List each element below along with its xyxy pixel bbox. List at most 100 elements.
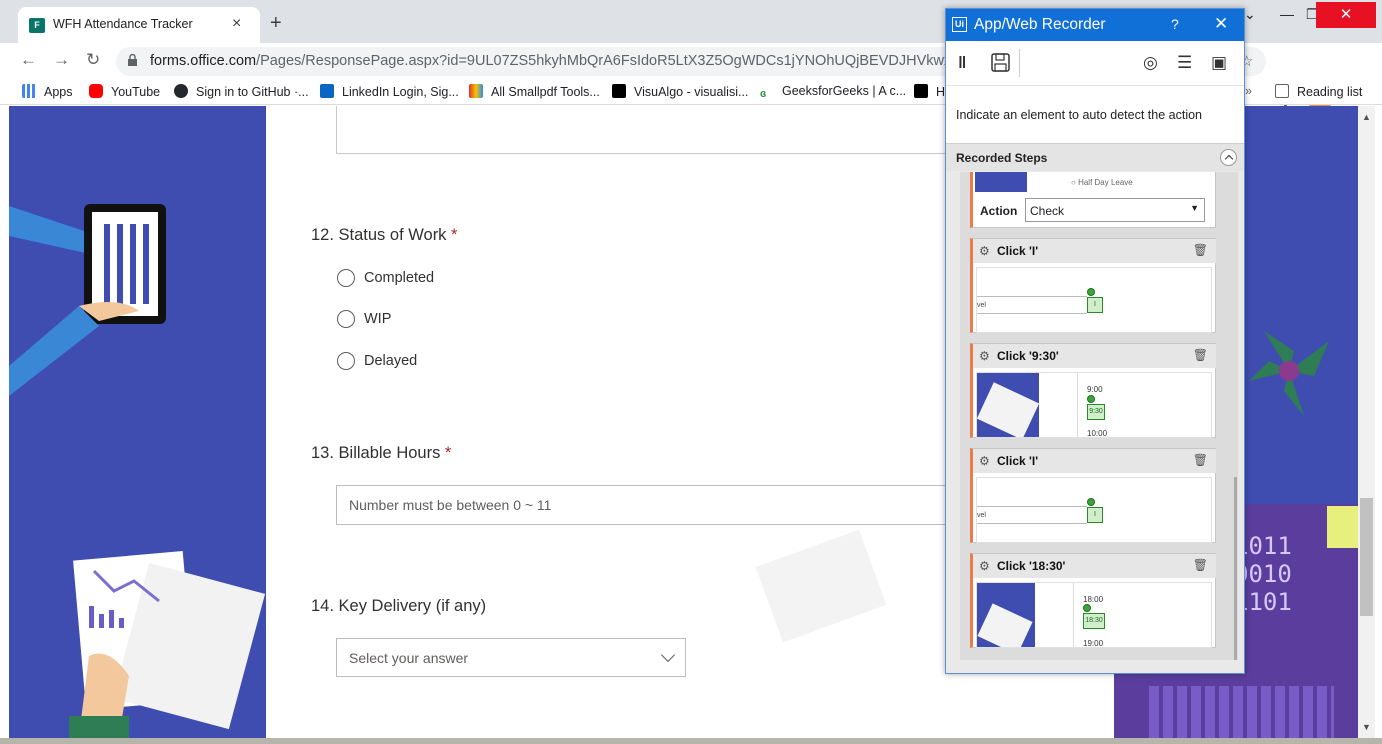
bookmark-geeksforgeeks[interactable]: ɞ GeeksforGeeks | A c... xyxy=(760,84,906,102)
delete-step-icon[interactable]: 🗑 xyxy=(1193,348,1208,362)
question-text: Status of Work xyxy=(338,226,447,244)
forms-favicon-icon: F xyxy=(29,18,45,33)
target-marker-dot-icon xyxy=(1087,498,1095,506)
step-label: Click '9:30' xyxy=(997,349,1059,363)
url-domain: forms.office.com xyxy=(150,53,257,69)
recorder-title: App/Web Recorder xyxy=(974,16,1106,33)
time-option: 10:00 xyxy=(1087,429,1108,438)
key-delivery-dropdown[interactable]: Select your answer xyxy=(336,638,686,677)
recorded-steps-list[interactable]: ○ Half Day Leave Action Check ▼ ⚙ Click 'I… xyxy=(960,172,1238,660)
step-label: Click 'I' xyxy=(997,454,1039,468)
charts-paper-illustration-icon xyxy=(69,551,266,744)
youtube-icon xyxy=(89,84,103,98)
chevron-down-icon xyxy=(660,647,676,663)
tab-search-icon[interactable]: ⌄ xyxy=(1244,6,1256,23)
bookmark-linkedin[interactable]: LinkedIn Login, Sig... xyxy=(320,84,459,99)
click-action-icon: ⚙ xyxy=(979,349,990,363)
delete-step-icon[interactable]: 🗑 xyxy=(1193,243,1208,257)
billable-hours-input[interactable]: Number must be between 0 ~ 11 xyxy=(336,485,986,525)
new-tab-button[interactable]: + xyxy=(270,12,282,35)
steps-list-icon[interactable]: ☰ xyxy=(1177,53,1192,73)
previous-answer-textbox[interactable] xyxy=(336,106,986,154)
step-click-930[interactable]: ⚙ Click '9:30' 🗑 9:00 9:30 10:00 xyxy=(970,343,1216,438)
bookmark-label: VisuAlgo - visualisi... xyxy=(634,85,749,99)
apps-grid-icon xyxy=(22,84,36,98)
time-option: 19:00 xyxy=(1083,639,1104,648)
bookmark-apps[interactable]: Apps xyxy=(22,84,73,99)
step-check-partial[interactable]: ○ Half Day Leave Action Check ▼ xyxy=(970,172,1216,228)
target-marker-box: I xyxy=(1087,297,1103,313)
help-button[interactable]: ? xyxy=(1171,16,1179,32)
reading-list-icon xyxy=(1275,84,1289,98)
url-text: forms.office.com/Pages/ResponsePage.aspx… xyxy=(150,53,1016,69)
radio-label-text: Half Day Leave xyxy=(1078,178,1133,187)
step-header: ⚙ Click 'I' 🗑 xyxy=(973,239,1216,263)
recorder-toolbar: ‖ ◎ ☰ ▣ xyxy=(946,41,1244,85)
question-text: Billable Hours xyxy=(338,444,441,462)
page-scrollbar[interactable]: ▲ ▼ xyxy=(1358,106,1375,738)
step-click-i-2[interactable]: ⚙ Click 'I' 🗑 vel I xyxy=(970,448,1216,543)
steps-scrollbar-thumb[interactable] xyxy=(1234,477,1237,660)
radio-circle-icon[interactable] xyxy=(337,310,355,328)
scroll-up-icon[interactable]: ▲ xyxy=(1362,112,1371,122)
radio-circle-icon[interactable] xyxy=(337,352,355,370)
radio-circle-icon[interactable] xyxy=(337,269,355,287)
collapse-chevron-up-icon[interactable] xyxy=(1220,149,1237,166)
step-screenshot: vel I xyxy=(976,477,1212,543)
lock-icon xyxy=(128,54,137,66)
marker-label: I xyxy=(1094,301,1096,308)
bookmark-label: All Smallpdf Tools... xyxy=(491,85,600,99)
step-click-i-1[interactable]: ⚙ Click 'I' 🗑 vel I xyxy=(970,238,1216,333)
recorded-steps-label: Recorded Steps xyxy=(956,151,1048,165)
pause-icon[interactable]: ‖ xyxy=(958,53,966,73)
question-13-title: 13. Billable Hours * xyxy=(311,444,451,463)
reading-list[interactable]: Reading list xyxy=(1275,84,1362,99)
bookmark-github[interactable]: Sign in to GitHub ·... xyxy=(174,84,309,99)
time-option: 18:00 xyxy=(1083,595,1104,604)
toolbar-separator xyxy=(1019,49,1020,77)
scroll-down-icon[interactable]: ▼ xyxy=(1362,722,1371,732)
tab-close-icon[interactable]: × xyxy=(232,15,241,33)
target-marker-dot-icon xyxy=(1083,604,1091,612)
question-number: 13. xyxy=(311,444,334,462)
screenshot-field: vel xyxy=(977,296,1087,314)
screenshot-divider xyxy=(1077,373,1078,437)
delete-step-icon[interactable]: 🗑 xyxy=(1193,453,1208,467)
action-select[interactable]: Check ▼ xyxy=(1025,198,1205,222)
bookmark-label: Apps xyxy=(44,85,73,99)
radio-wip[interactable]: WIP xyxy=(337,310,391,328)
save-icon[interactable] xyxy=(991,53,1011,73)
taskbar xyxy=(0,738,1382,744)
bookmark-youtube[interactable]: YouTube xyxy=(89,84,160,99)
click-action-icon: ⚙ xyxy=(979,454,990,468)
browser-tab[interactable]: F WFH Attendance Tracker × xyxy=(18,7,260,43)
step-screenshot: vel I xyxy=(976,267,1212,333)
bookmark-smallpdf[interactable]: All Smallpdf Tools... xyxy=(469,84,600,99)
linkedin-icon xyxy=(320,84,334,98)
target-options-icon[interactable]: ◎ xyxy=(1143,53,1158,73)
screenshot-field: vel xyxy=(977,506,1087,524)
radio-completed[interactable]: Completed xyxy=(337,269,434,287)
bookmarks-more[interactable]: » xyxy=(1245,84,1252,98)
target-marker-box: I xyxy=(1087,507,1103,523)
smallpdf-icon xyxy=(469,84,483,98)
delete-step-icon[interactable]: 🗑 xyxy=(1193,558,1208,572)
minimize-button[interactable]: — xyxy=(1280,6,1294,22)
scrollbar-thumb[interactable] xyxy=(1360,498,1373,616)
step-screenshot: 9:00 9:30 10:00 xyxy=(976,372,1212,438)
back-icon[interactable]: ← xyxy=(20,50,37,70)
bookmark-label: LinkedIn Login, Sig... xyxy=(342,85,459,99)
marker-label: 9:30 xyxy=(1089,408,1103,415)
window-close-button[interactable]: ✕ xyxy=(1316,2,1376,28)
bookmark-visualgo[interactable]: VisuAlgo - visualisi... xyxy=(612,84,748,99)
radio-delayed[interactable]: Delayed xyxy=(337,352,417,370)
forward-icon[interactable]: → xyxy=(53,50,70,70)
recorder-close-button[interactable]: ✕ xyxy=(1214,14,1228,34)
required-asterisk: * xyxy=(451,226,458,244)
step-click-1830[interactable]: ⚙ Click '18:30' 🗑 18:00 18:30 19:00 xyxy=(970,553,1216,648)
reload-icon[interactable]: ↻ xyxy=(86,50,100,70)
bookmark-h[interactable]: H xyxy=(914,84,945,99)
dropdown-placeholder: Select your answer xyxy=(349,650,469,666)
faded-paper-decoration xyxy=(755,529,887,643)
screenshot-settings-icon[interactable]: ▣ xyxy=(1211,53,1227,73)
